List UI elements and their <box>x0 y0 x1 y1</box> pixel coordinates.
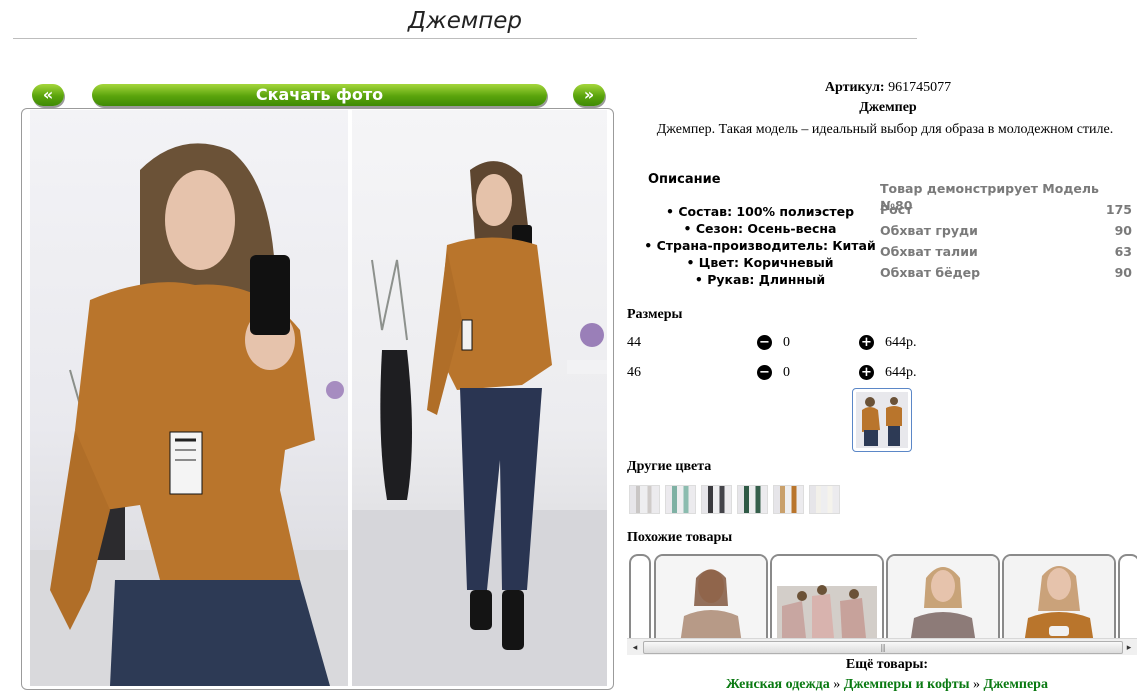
size-price: 644р. <box>885 365 917 380</box>
size-label: 46 <box>627 365 641 380</box>
product-description: Джемпер. Такая модель – идеальный выбор … <box>656 122 1114 137</box>
article-line: Артикул: 961745077 <box>648 80 1128 96</box>
color-variant-thumbnail[interactable] <box>629 485 660 514</box>
similar-heading: Похожие товары <box>627 530 733 545</box>
model-row-label: Обхват талии <box>880 244 978 259</box>
model-heading: Товар демонстрирует Модель №80 <box>880 180 1132 213</box>
similar-product-card[interactable] <box>629 554 651 644</box>
model-row: Рост 175 <box>880 201 1132 222</box>
title-divider <box>13 38 917 39</box>
plus-circle-icon[interactable]: + <box>859 335 874 350</box>
minus-circle-icon[interactable]: − <box>757 365 772 380</box>
carousel-scrollbar[interactable]: ◂ ||| ▸ <box>627 638 1137 655</box>
similar-product-card[interactable] <box>770 554 884 644</box>
model-row: Обхват бёдер 90 <box>880 264 1132 285</box>
list-item: Цвет: Коричневый <box>640 254 880 271</box>
similar-product-card[interactable] <box>1118 554 1137 644</box>
color-variant-thumbnail[interactable] <box>809 485 840 514</box>
similar-product-card[interactable] <box>1002 554 1116 644</box>
scroll-right-icon[interactable]: ▸ <box>1123 641 1135 653</box>
model-row-value: 63 <box>1114 244 1132 259</box>
color-variant-thumbnail[interactable] <box>701 485 732 514</box>
size-price: 644р. <box>885 335 917 350</box>
plus-circle-icon[interactable]: + <box>859 365 874 380</box>
description-heading: Описание <box>648 172 721 187</box>
model-row-value: 90 <box>1114 265 1132 280</box>
model-row-label: Обхват бёдер <box>880 265 981 280</box>
breadcrumb-link-womens-clothing[interactable]: Женская одежда <box>726 677 830 692</box>
article-label: Артикул: <box>824 80 885 95</box>
quantity-value: 0 <box>783 335 790 350</box>
list-item: Состав: 100% полиэстер <box>640 203 880 220</box>
model-row-value: 90 <box>1114 223 1132 238</box>
model-row-value: 175 <box>1105 202 1132 217</box>
quantity-value: 0 <box>783 365 790 380</box>
more-products-heading: Ещё товары: <box>845 657 929 672</box>
list-item: Рукав: Длинный <box>640 271 880 288</box>
breadcrumb: Женская одежда » Джемперы и кофты » Джем… <box>627 677 1137 693</box>
breadcrumb-link-jumpers-cardigans[interactable]: Джемперы и кофты <box>844 677 970 692</box>
color-variant-thumbnail[interactable] <box>737 485 768 514</box>
color-variant-thumbnail[interactable] <box>773 485 804 514</box>
breadcrumb-link-jumpers[interactable]: Джемпера <box>984 677 1048 692</box>
selected-product-thumbnail[interactable] <box>852 388 912 452</box>
next-photo-button[interactable]: » <box>573 84 605 106</box>
model-heading-text: Товар демонстрирует Модель №80 <box>880 181 1099 213</box>
article-number: 961745077 <box>888 80 952 95</box>
model-measurements: Товар демонстрирует Модель №80 Рост 175 О… <box>880 180 1132 285</box>
page-title: Джемпер <box>408 8 522 34</box>
prev-photo-button[interactable]: « <box>32 84 64 106</box>
description-list: Состав: 100% полиэстер Сезон: Осень-весн… <box>640 203 880 288</box>
download-photo-button[interactable]: Скачать фото <box>92 84 547 106</box>
similar-product-card[interactable] <box>886 554 1000 644</box>
other-colors-heading: Другие цвета <box>627 459 712 474</box>
product-photo-full[interactable] <box>352 110 607 686</box>
sizes-heading: Размеры <box>627 307 683 322</box>
model-row-label: Обхват груди <box>880 223 978 238</box>
breadcrumb-separator: » <box>973 677 981 692</box>
list-item: Страна-производитель: Китай <box>640 237 880 254</box>
model-row: Обхват груди 90 <box>880 222 1132 243</box>
product-photo-closeup[interactable] <box>30 110 348 686</box>
product-name: Джемпер <box>859 100 917 115</box>
size-label: 44 <box>627 335 641 350</box>
scrollbar-thumb[interactable]: ||| <box>643 641 1123 654</box>
model-row: Обхват талии 63 <box>880 243 1132 264</box>
list-item: Сезон: Осень-весна <box>640 220 880 237</box>
breadcrumb-separator: » <box>833 677 841 692</box>
color-variant-thumbnail[interactable] <box>665 485 696 514</box>
model-row-label: Рост <box>880 202 913 217</box>
scroll-left-icon[interactable]: ◂ <box>629 641 641 653</box>
similar-product-card[interactable] <box>654 554 768 644</box>
minus-circle-icon[interactable]: − <box>757 335 772 350</box>
